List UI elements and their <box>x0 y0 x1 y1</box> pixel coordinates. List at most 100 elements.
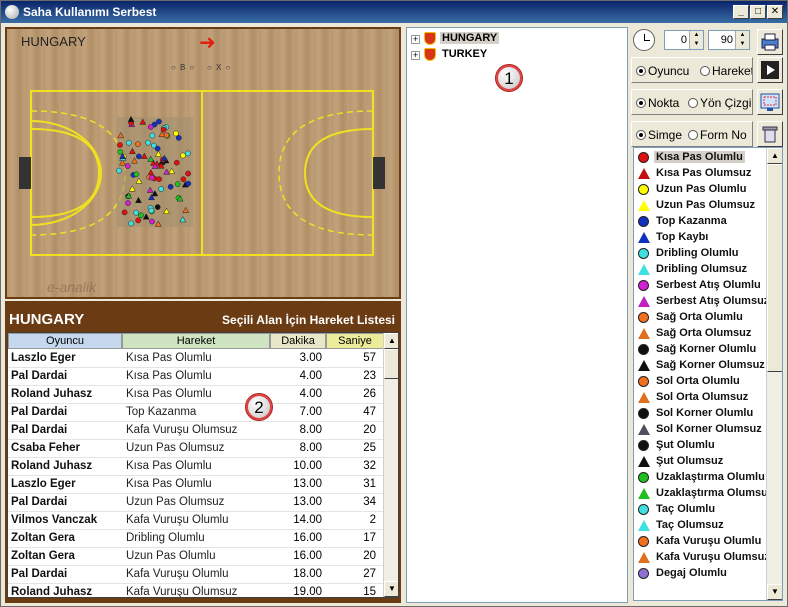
legend-item[interactable]: Uzun Pas Olumsuz <box>636 198 766 214</box>
cell-minute: 4.00 <box>299 370 322 382</box>
legend-item[interactable]: Sağ Orta Olumsuz <box>636 326 766 342</box>
legend-item[interactable]: Şut Olumlu <box>636 438 766 454</box>
legend-item[interactable]: Sağ Korner Olumlu <box>636 342 766 358</box>
table-row[interactable]: Pal Dardai Kısa Pas Olumlu 4.00 23 <box>8 368 384 386</box>
legend-item[interactable]: Kafa Vuruşu Olumsuz <box>636 550 770 566</box>
list-team-name: HUNGARY <box>9 311 85 328</box>
scroll-down-button[interactable]: ▼ <box>767 584 782 600</box>
event-marker <box>128 147 136 154</box>
radio-point[interactable]: Nokta <box>636 96 679 110</box>
table-row[interactable]: Zoltan Gera Dribling Olumlu 16.00 17 <box>8 530 384 548</box>
cell-action: Top Kazanma <box>126 406 197 418</box>
legend-scrollbar[interactable]: ▲ ▼ <box>766 148 782 600</box>
event-marker <box>136 153 142 160</box>
table-row[interactable]: Zoltan Gera Uzun Pas Olumlu 16.00 20 <box>8 548 384 566</box>
table-row[interactable]: Roland Juhasz Kafa Vuruşu Olumsuz 19.00 15 <box>8 584 384 598</box>
legend-item[interactable]: Kısa Pas Olumlu <box>636 150 766 166</box>
legend-item[interactable]: Uzaklaştırma Olumlu <box>636 470 766 486</box>
table-row[interactable]: Pal Dardai Kafa Vuruşu Olumlu 18.00 27 <box>8 566 384 584</box>
legend-item[interactable]: Sol Korner Olumlu <box>636 406 766 422</box>
from-minute-spinner[interactable]: 0 ▲ ▼ <box>664 30 704 50</box>
legend-item[interactable]: Uzun Pas Olumlu <box>636 182 766 198</box>
scroll-thumb[interactable] <box>767 164 782 372</box>
triangle-marker-icon <box>638 328 650 339</box>
table-scrollbar[interactable]: ▲ ▼ <box>383 333 398 597</box>
table-row[interactable]: Laszlo Eger Kısa Pas Olumlu 13.00 31 <box>8 476 384 494</box>
legend-item[interactable]: Dribling Olumsuz <box>636 262 766 278</box>
court-view[interactable]: HUNGARY ➜ ○ B ○ ○ X ○ e-analik <box>5 27 401 299</box>
cell-action: Kafa Vuruşu Olumlu <box>126 514 229 526</box>
minimize-button[interactable]: _ <box>733 5 749 19</box>
circle-marker-icon <box>638 504 649 515</box>
legend-item[interactable]: Taç Olumsuz <box>636 518 766 534</box>
radio-direction-line[interactable]: Yön Çizgi <box>688 96 751 110</box>
legend-item[interactable]: Sol Orta Olumlu <box>636 374 766 390</box>
cell-action: Kafa Vuruşu Olumsuz <box>126 424 238 436</box>
circle-marker-icon <box>638 440 649 451</box>
col-header-action[interactable]: Hareket <box>122 333 270 349</box>
scroll-thumb[interactable] <box>384 349 398 379</box>
circle-marker-icon <box>638 248 649 259</box>
cell-second: 20 <box>363 424 376 436</box>
table-row[interactable]: Vilmos Vanczak Kafa Vuruşu Olumlu 14.00 2 <box>8 512 384 530</box>
legend-item[interactable]: Sağ Orta Olumlu <box>636 310 766 326</box>
event-marker <box>149 132 156 139</box>
legend-label: Sağ Orta Olumsuz <box>656 327 752 339</box>
legend-item[interactable]: Sol Korner Olumsuz <box>636 422 766 438</box>
action-list-panel: HUNGARY Seçili Alan İçin Hareket Listesi… <box>5 301 401 603</box>
cell-action: Uzun Pas Olumsuz <box>126 442 225 454</box>
legend-item[interactable]: Taç Olumlu <box>636 502 766 518</box>
legend-item[interactable]: Serbest Atış Olumsuz <box>636 294 769 310</box>
cell-second: 17 <box>363 532 376 544</box>
expand-icon[interactable]: + <box>411 35 420 44</box>
triangle-marker-icon <box>638 520 650 531</box>
legend-item[interactable]: Şut Olumsuz <box>636 454 766 470</box>
table-row[interactable]: Csaba Feher Uzun Pas Olumsuz 8.00 25 <box>8 440 384 458</box>
cell-second: 15 <box>363 586 376 598</box>
close-button[interactable]: ✕ <box>767 5 783 19</box>
table-row[interactable]: Pal Dardai Kafa Vuruşu Olumsuz 8.00 20 <box>8 422 384 440</box>
col-header-player[interactable]: Oyuncu <box>8 333 122 349</box>
col-header-second[interactable]: Saniye <box>326 333 384 349</box>
radio-shirt-number[interactable]: Form No <box>688 128 747 142</box>
scroll-up-button[interactable]: ▲ <box>767 148 782 164</box>
maximize-button[interactable]: □ <box>750 5 766 19</box>
screen-select-button[interactable] <box>757 89 783 115</box>
scroll-down-button[interactable]: ▼ <box>384 581 398 597</box>
table-row[interactable]: Pal Dardai Top Kazanma 7.00 47 <box>8 404 384 422</box>
legend-item[interactable]: Kısa Pas Olumsuz <box>636 166 766 182</box>
radio-action[interactable]: Hareket <box>700 64 752 78</box>
table-row[interactable]: Pal Dardai Uzun Pas Olumsuz 13.00 34 <box>8 494 384 512</box>
circle-marker-icon <box>638 280 649 291</box>
print-button[interactable] <box>757 29 783 55</box>
legend-item[interactable]: Top Kaybı <box>636 230 766 246</box>
scroll-up-button[interactable]: ▲ <box>384 333 398 349</box>
circle-marker-icon <box>638 344 649 355</box>
legend-item[interactable]: Uzaklaştırma Olumsuz <box>636 486 773 502</box>
right-panel: 0 ▲ ▼ 90 ▲ ▼ Oyuncu Hareket Nokta Yön Çizg… <box>631 27 785 603</box>
spinner-arrows-icon[interactable]: ▲ ▼ <box>689 31 703 49</box>
to-minute-value[interactable]: 90 <box>721 34 733 46</box>
clear-button[interactable] <box>757 121 783 147</box>
legend-label: Sağ Korner Olumlu <box>656 343 757 355</box>
legend-item[interactable]: Sağ Korner Olumsuz <box>636 358 766 374</box>
legend-item[interactable]: Kafa Vuruşu Olumlu <box>636 534 766 550</box>
table-row[interactable]: Roland Juhasz Kısa Pas Olumlu 4.00 26 <box>8 386 384 404</box>
clock-icon <box>633 29 655 51</box>
legend-item[interactable]: Degaj Olumlu <box>636 566 766 582</box>
expand-icon[interactable]: + <box>411 51 420 60</box>
to-minute-spinner[interactable]: 90 ▲ ▼ <box>708 30 750 50</box>
cell-minute: 4.00 <box>299 388 322 400</box>
play-button[interactable] <box>757 57 783 83</box>
legend-item[interactable]: Top Kazanma <box>636 214 766 230</box>
radio-player[interactable]: Oyuncu <box>636 64 689 78</box>
table-row[interactable]: Laszlo Eger Kısa Pas Olumlu 3.00 57 <box>8 350 384 368</box>
col-header-minute[interactable]: Dakika <box>270 333 326 349</box>
legend-item[interactable]: Sol Orta Olumsuz <box>636 390 766 406</box>
legend-item[interactable]: Serbest Atış Olumlu <box>636 278 766 294</box>
from-minute-value[interactable]: 0 <box>681 34 687 46</box>
spinner-arrows-icon[interactable]: ▲ ▼ <box>735 31 749 49</box>
legend-item[interactable]: Dribling Olumlu <box>636 246 766 262</box>
radio-symbol[interactable]: Simge <box>636 128 682 142</box>
table-row[interactable]: Roland Juhasz Kısa Pas Olumlu 10.00 32 <box>8 458 384 476</box>
